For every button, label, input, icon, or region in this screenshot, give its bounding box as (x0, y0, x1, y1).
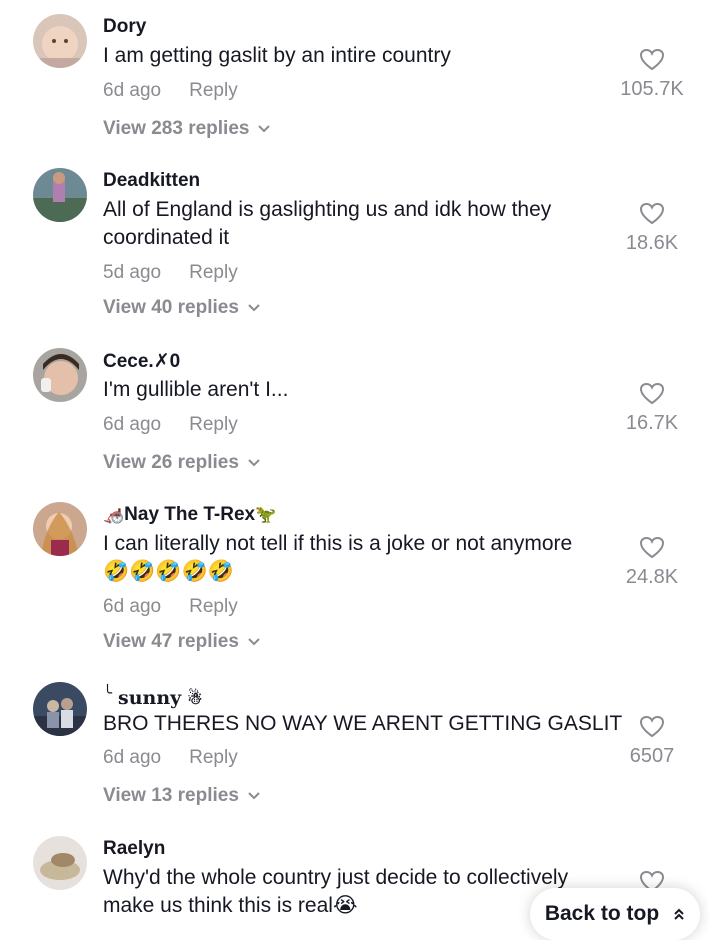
like-count: 16.7K (625, 412, 679, 434)
view-replies-button[interactable]: View 47 replies (103, 631, 261, 653)
reply-button[interactable]: Reply (189, 80, 238, 101)
reply-button[interactable]: Reply (189, 414, 238, 435)
avatar[interactable] (33, 14, 87, 68)
username-label: Nay The T-Rex (124, 504, 256, 525)
view-replies-label: View 40 replies (103, 297, 239, 318)
chevron-down-icon (248, 638, 260, 646)
username[interactable]: Cece.✗0 (103, 350, 180, 373)
comment-meta: 5d ago Reply (103, 262, 238, 284)
like-count: 6507 (629, 745, 675, 767)
timestamp: 6d ago (103, 414, 162, 435)
view-replies-label: View 26 replies (103, 452, 239, 473)
comment-text: BRO THERES NO WAY WE ARENT GETTING GASLI… (103, 712, 623, 735)
view-replies-button[interactable]: View 283 replies (103, 118, 271, 140)
avatar[interactable] (33, 168, 87, 222)
like-button[interactable]: 16.7K (597, 382, 707, 435)
timestamp: 6d ago (103, 747, 162, 768)
comment-meta: 6d ago Reply (103, 747, 238, 769)
wheelchair-icon: 🦽 (103, 505, 125, 524)
chevron-down-icon (248, 304, 260, 312)
view-replies-label: View 13 replies (103, 785, 239, 806)
username[interactable]: ╰ sunny ☃ (103, 684, 202, 709)
comment-text: I am getting gaslit by an intire country (103, 44, 451, 67)
heart-outline-icon (639, 715, 665, 738)
heart-outline-icon (639, 536, 665, 559)
like-count: 24.8K (625, 566, 679, 588)
view-replies-button[interactable]: View 40 replies (103, 297, 261, 319)
chevron-down-icon (248, 459, 260, 467)
reply-button[interactable]: Reply (189, 596, 238, 617)
t-rex-icon: 🦖 (255, 505, 277, 524)
like-button[interactable]: 18.6K (597, 202, 707, 255)
comment-meta: 6d ago Reply (103, 596, 238, 618)
timestamp: 6d ago (103, 80, 162, 101)
like-count: 105.7K (620, 78, 684, 100)
username[interactable]: Deadkitten (103, 170, 200, 192)
heart-outline-icon (639, 202, 665, 225)
back-to-top-button[interactable]: Back to top (530, 888, 700, 940)
username[interactable]: Raelyn (103, 838, 165, 860)
comment-text: I can literally not tell if this is a jo… (103, 530, 623, 586)
avatar[interactable] (33, 502, 87, 556)
comment-meta: 6d ago Reply (103, 414, 238, 436)
view-replies-label: View 47 replies (103, 631, 239, 652)
comment-text: All of England is gaslighting us and idk… (103, 198, 552, 249)
like-button[interactable]: 6507 (597, 715, 707, 768)
comment-meta: 6d ago Reply (103, 80, 238, 102)
comment-text: I'm gullible aren't I... (103, 378, 289, 401)
back-to-top-label: Back to top (544, 902, 660, 925)
chevron-down-icon (258, 125, 271, 133)
view-replies-label: View 283 replies (103, 118, 250, 139)
username[interactable]: 🦽Nay The T-Rex🦖 (103, 504, 276, 526)
view-replies-button[interactable]: View 26 replies (103, 452, 261, 474)
heart-outline-icon (639, 48, 665, 71)
like-button[interactable]: 105.7K (597, 48, 707, 101)
reply-button[interactable]: Reply (189, 262, 238, 283)
crying-emoji: 😭 (332, 894, 358, 917)
username-label: sunny (118, 687, 182, 709)
avatar[interactable] (33, 682, 87, 736)
like-count: 18.6K (625, 232, 679, 254)
comment-text-body: I can literally not tell if this is a jo… (103, 532, 573, 555)
chevron-down-icon (248, 792, 260, 800)
username[interactable]: Dory (103, 16, 146, 38)
heart-outline-icon (639, 382, 665, 405)
username-decoration: ╰ (103, 684, 113, 702)
double-chevron-up-icon (674, 908, 684, 920)
avatar[interactable] (33, 348, 87, 402)
reply-button[interactable]: Reply (189, 747, 238, 768)
laughing-emoji: 🤣🤣🤣🤣🤣 (103, 560, 234, 583)
snowman-icon: ☃ (187, 689, 203, 709)
avatar[interactable] (33, 836, 87, 890)
timestamp: 5d ago (103, 262, 162, 283)
timestamp: 6d ago (103, 596, 162, 617)
view-replies-button[interactable]: View 13 replies (103, 785, 261, 807)
like-button[interactable]: 24.8K (597, 536, 707, 589)
